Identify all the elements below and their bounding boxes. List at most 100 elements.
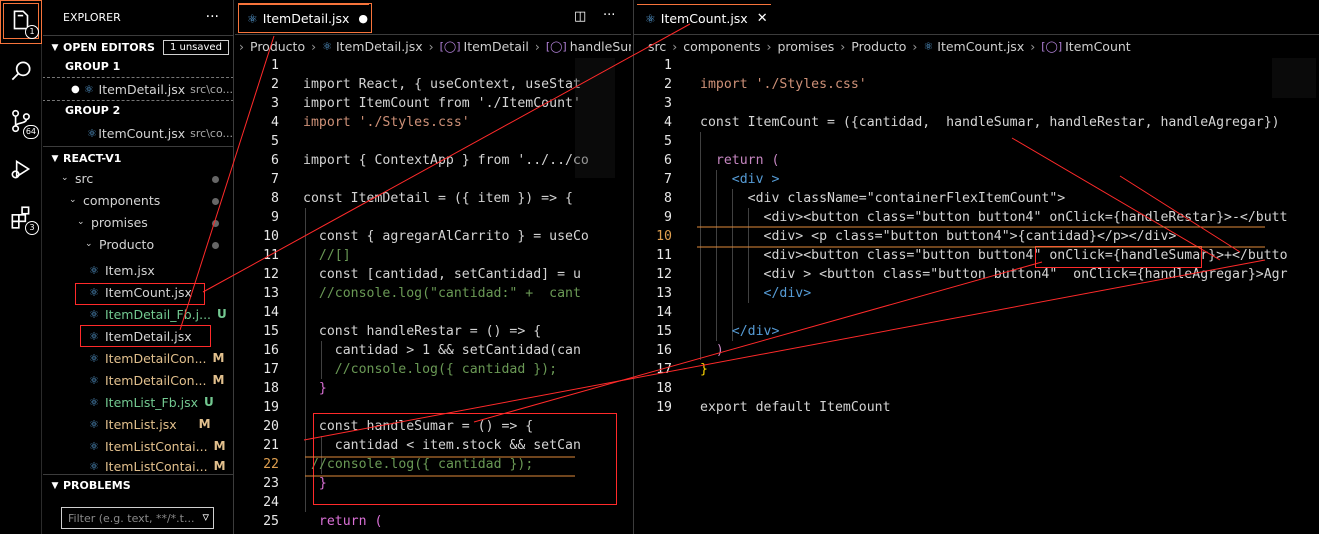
breadcrumb-item[interactable]: components [683,39,760,54]
project-name: REACT-V1 [63,152,122,165]
folder-src[interactable]: ⌄ src [61,167,93,189]
react-icon: ⚛ [89,285,99,299]
react-icon: ⚛ [89,439,99,453]
line-number: 17 [656,362,672,377]
open-editor-filename: ItemDetail.jsx [98,81,186,97]
folder-producto[interactable]: ⌄ Producto [85,233,154,255]
line-number: 25 [263,514,279,529]
problems-section[interactable]: ▼ PROBLEMS [43,474,233,496]
line-number: 14 [656,305,672,320]
line-number: 7 [664,172,672,187]
file-itemlistcontai-2[interactable]: ⚛ ItemListContai... M [89,457,226,475]
folder-promises[interactable]: ⌄ promises [77,211,148,233]
folder-label: Producto [99,236,155,252]
react-icon: ⚛ [247,11,258,26]
line-number: 24 [263,495,279,510]
scm-badge: 64 [22,125,39,139]
line-number: 13 [656,286,672,301]
react-icon: ⚛ [89,459,99,473]
unsaved-dot-icon[interactable]: ● [358,12,368,25]
file-itemdetail[interactable]: ⚛ ItemDetail.jsx [89,325,192,347]
explorer-icon[interactable]: 1 [3,3,39,39]
breadcrumb-item[interactable]: Producto [851,39,906,54]
breadcrumb-item[interactable]: ItemDetail.jsx [336,39,423,54]
code-line: import './Styles.css' [700,77,867,92]
breadcrumb-item[interactable]: src [648,39,666,54]
filter-placeholder: Filter (e.g. text, **/*.t... [68,512,195,525]
close-icon[interactable]: ✕ [757,11,768,26]
file-label: ItemListContai... [105,458,208,474]
more-actions-icon[interactable]: ··· [603,8,615,23]
file-itemlist-fb[interactable]: ⚛ ItemList_Fb.jsx U [89,391,214,413]
code-line: const ItemCount = ({cantidad, handleSuma… [700,115,1280,130]
open-editor-item-count[interactable]: ⚛ ItemCount.jsx src\co... [43,122,233,144]
code-line: <div > <button class="button button4" on… [700,267,1288,282]
activity-bar: 1 64 3 [0,0,42,534]
file-label: ItemDetail_Fb.j... [105,306,212,322]
git-status-badge: M [198,417,211,431]
react-icon: ⚛ [87,126,97,140]
breadcrumb-item[interactable]: ItemCount.jsx [937,39,1024,54]
explorer-title: EXPLORER [63,10,121,24]
chevron-down-icon: ▼ [51,42,59,53]
file-item[interactable]: ⚛ Item.jsx [89,259,155,281]
symbol-icon: [◯] [545,39,567,53]
open-editor-item-detail[interactable]: ● ⚛ ItemDetail.jsx src\co... [43,77,233,101]
file-itemdetail-fb[interactable]: ⚛ ItemDetail_Fb.j... U [89,303,227,325]
breadcrumb-item[interactable]: Producto [250,39,305,54]
file-label: ItemDetail.jsx [105,328,192,344]
code-line: ) [700,343,724,358]
file-label: ItemDetailCon... [105,372,207,388]
breadcrumb-item[interactable]: handleSumar [570,39,631,54]
tab-label: ItemCount.jsx [660,11,748,26]
line-number: 6 [271,153,279,168]
code-line: import './Styles.css' [303,115,470,130]
run-debug-icon[interactable] [6,154,36,184]
react-icon: ⚛ [322,39,332,53]
search-icon[interactable] [6,56,36,86]
tab-itemdetail[interactable]: ⚛ ItemDetail.jsx ● [239,4,369,32]
source-control-icon[interactable]: 64 [6,106,39,139]
line-number: 1 [664,58,672,73]
extensions-icon[interactable]: 3 [6,202,39,235]
breadcrumb-item[interactable]: ItemCount [1065,39,1131,54]
minimap[interactable] [1272,58,1316,98]
react-icon: ⚛ [89,307,99,321]
line-number: 12 [656,267,672,282]
line-number: 16 [263,343,279,358]
file-itemcount[interactable]: ⚛ ItemCount.jsx [89,281,192,303]
line-number: 19 [656,400,672,415]
line-number: 11 [263,248,279,263]
file-itemdetailcon-2[interactable]: ⚛ ItemDetailCon... M [89,369,224,391]
chevron-down-icon: ▼ [51,480,59,491]
line-number: 21 [263,438,279,453]
code-line: //console.log("cantidad:" + cant [303,286,581,301]
file-itemdetailcon-1[interactable]: ⚛ ItemDetailCon... M [89,347,224,369]
split-editor-icon[interactable]: ◫ [574,9,586,24]
git-status-badge: M [212,373,225,387]
breadcrumb-item[interactable]: promises [777,39,834,54]
file-itemlistcontai-1[interactable]: ⚛ ItemListContai... M [89,435,226,457]
minimap[interactable] [575,58,615,178]
problems-filter-input[interactable]: Filter (e.g. text, **/*.t... ▿ [61,507,214,529]
code-line: </div> [700,324,780,339]
react-icon: ⚛ [89,395,99,409]
line-number: 13 [263,286,279,301]
folder-components[interactable]: ⌄ components [69,189,160,211]
breadcrumb-item[interactable]: ItemDetail [464,39,529,54]
more-actions-icon[interactable]: ··· [206,9,219,25]
code-line: import ItemCount from './ItemCount' [303,96,581,111]
line-number: 16 [656,343,672,358]
react-icon: ⚛ [89,417,99,431]
tab-itemcount[interactable]: ⚛ ItemCount.jsx ✕ [637,4,771,32]
file-itemlist[interactable]: ⚛ ItemList.jsx M [89,413,211,435]
line-number: 4 [664,115,672,130]
code-line: <div> <p class="button button4">{cantida… [700,229,1177,244]
open-editors-section[interactable]: ▼ OPEN EDITORS 1 unsaved [43,35,233,59]
line-number: 10 [263,229,279,244]
filter-icon[interactable]: ▿ [202,510,209,525]
line-number: 5 [271,134,279,149]
line-number: 6 [664,153,672,168]
open-editor-path: src\co... [190,82,233,96]
git-status-badge: U [217,307,227,321]
